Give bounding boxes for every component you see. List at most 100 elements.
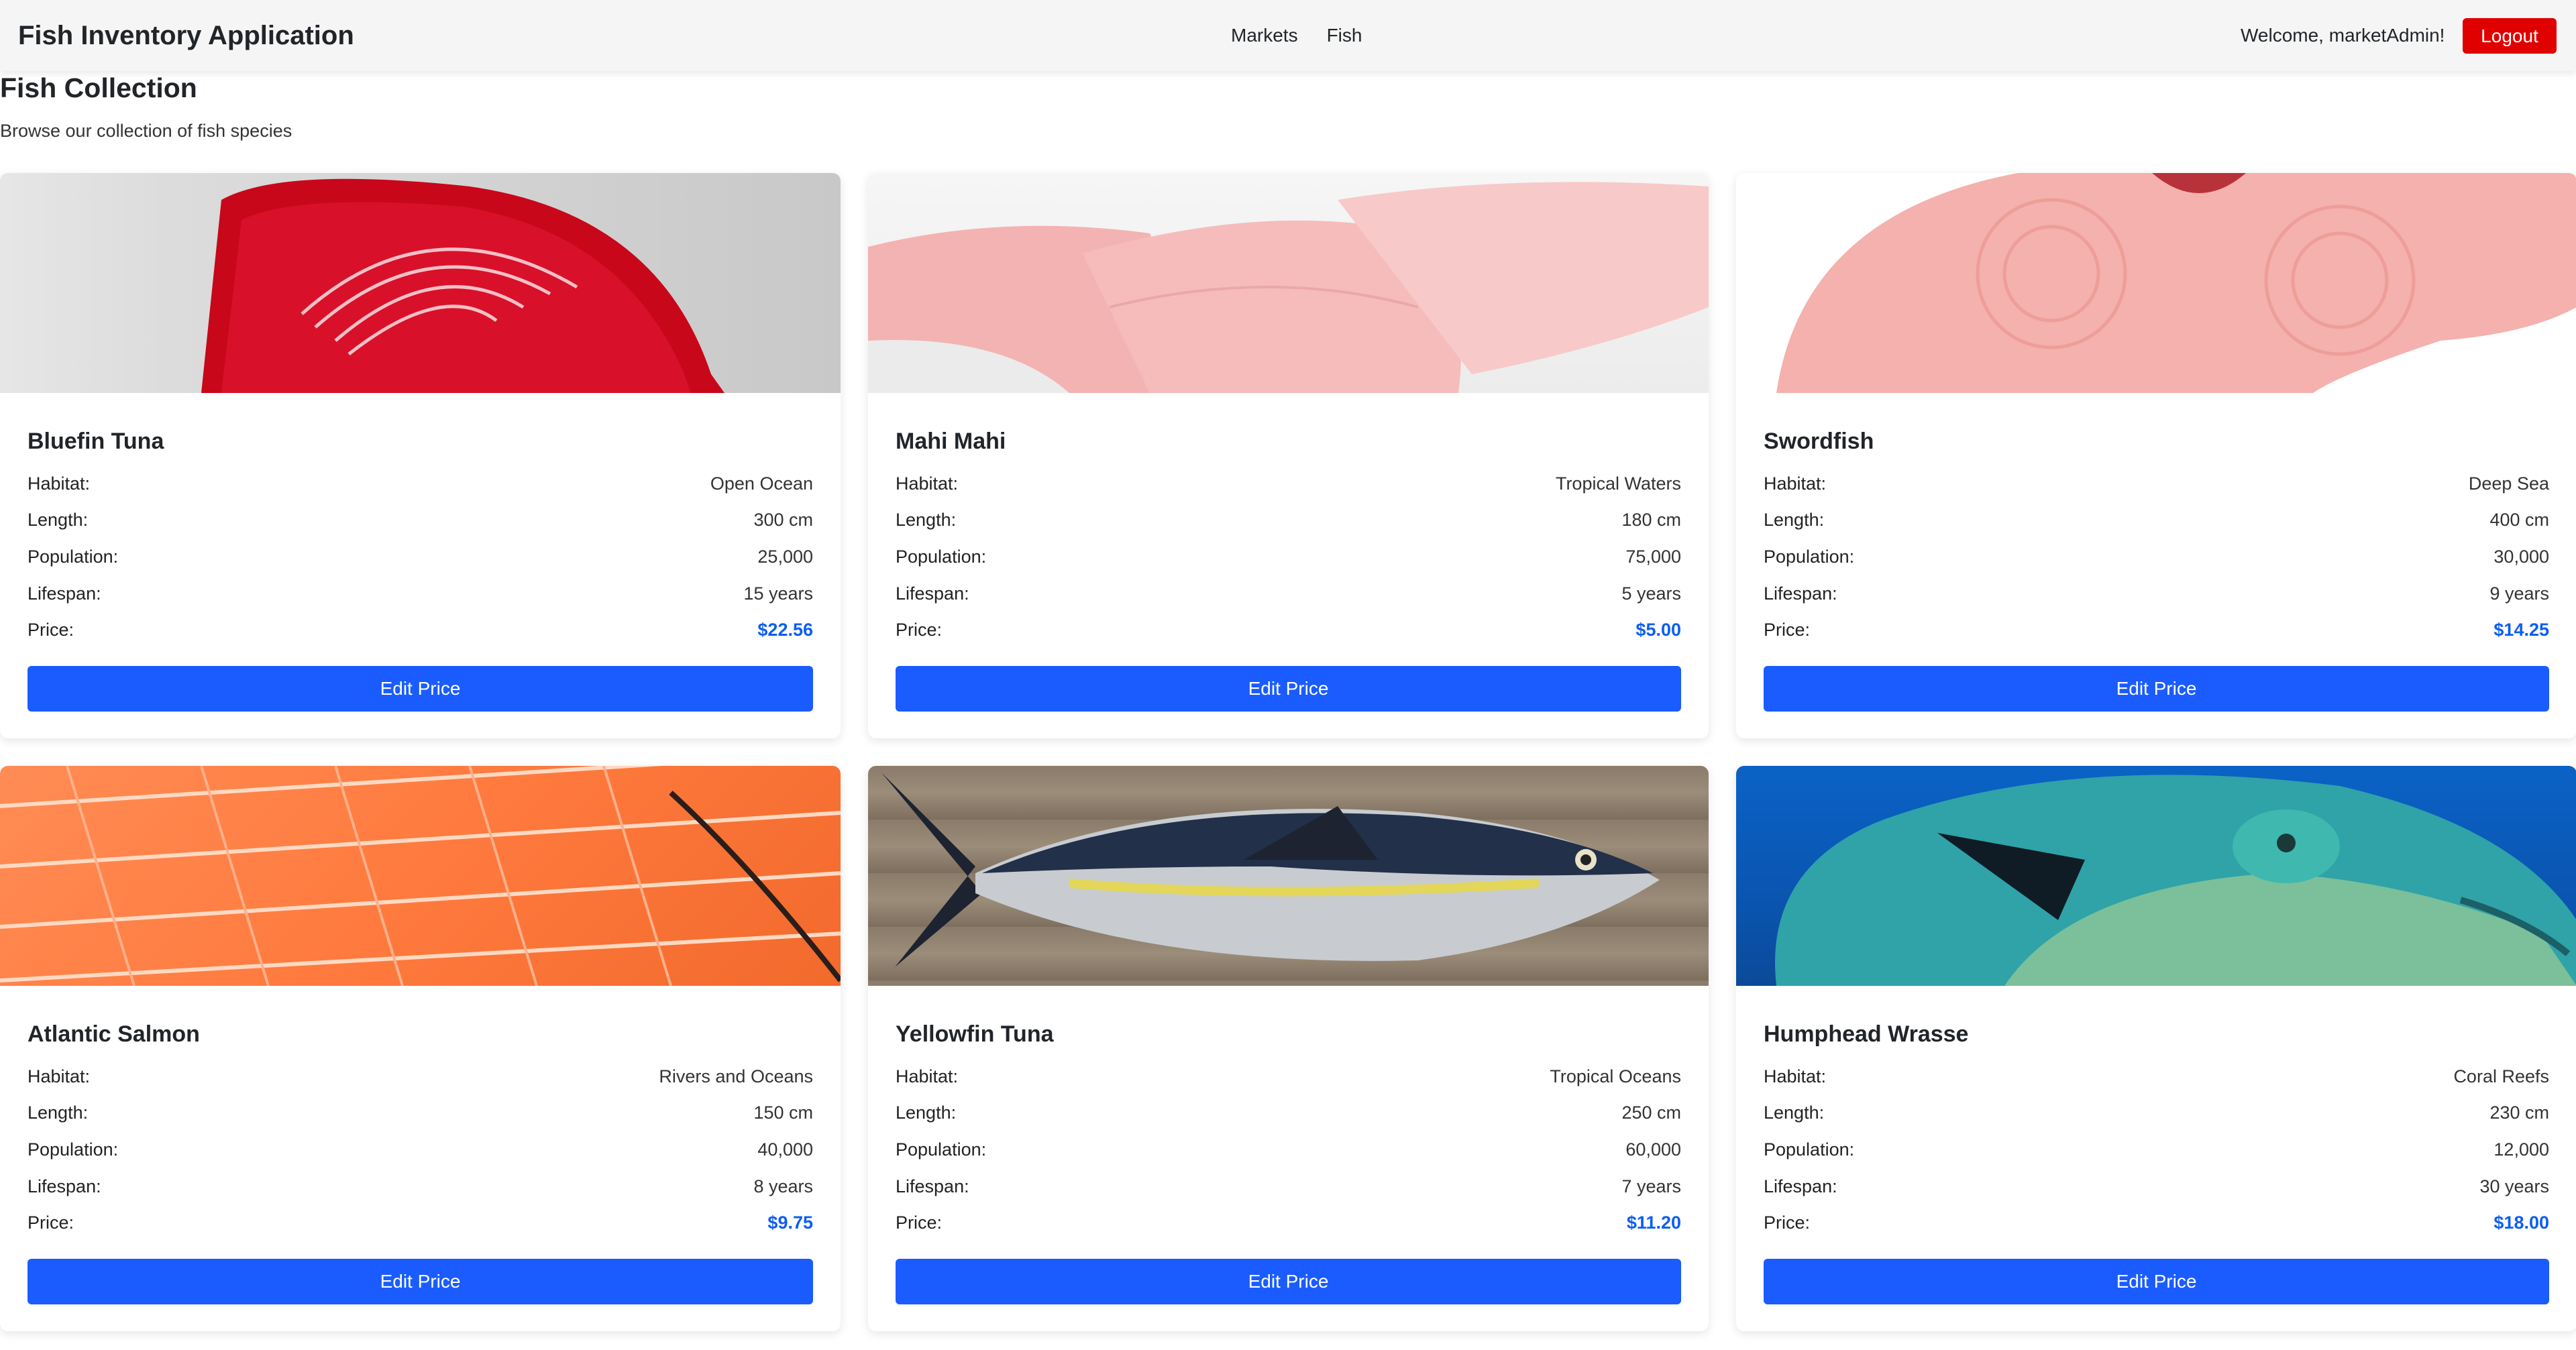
- page-title: Fish Collection: [0, 72, 197, 103]
- habitat-row: Habitat: Tropical Oceans: [896, 1058, 1681, 1095]
- price-label: Price:: [28, 1213, 74, 1233]
- price-label: Price:: [896, 620, 943, 640]
- population-label: Population:: [28, 546, 119, 567]
- length-row: Length: 400 cm: [1764, 502, 2549, 539]
- price-label: Price:: [1764, 1213, 1811, 1233]
- edit-price-button[interactable]: Edit Price: [1764, 1258, 2549, 1304]
- welcome-text: Welcome, marketAdmin!: [2241, 25, 2445, 46]
- length-value: 150 cm: [753, 1103, 813, 1123]
- population-row: Population: 30,000: [1764, 539, 2549, 575]
- price-row: Price: $9.75: [28, 1204, 813, 1241]
- tuna-steak-graphic: [201, 178, 724, 393]
- population-row: Population: 75,000: [896, 539, 1681, 575]
- lifespan-label: Lifespan:: [1764, 583, 1837, 604]
- length-row: Length: 230 cm: [1764, 1095, 2549, 1132]
- fish-image: [0, 766, 841, 986]
- population-row: Population: 12,000: [1764, 1131, 2549, 1168]
- fish-card: Mahi Mahi Habitat: Tropical Waters Length…: [868, 173, 1709, 738]
- habitat-label: Habitat:: [1764, 1066, 1827, 1086]
- length-value: 400 cm: [2489, 510, 2549, 530]
- habitat-value: Open Ocean: [710, 473, 813, 494]
- length-label: Length:: [1764, 1103, 1825, 1123]
- lifespan-row: Lifespan: 30 years: [1764, 1168, 2549, 1205]
- lifespan-value: 9 years: [2489, 583, 2549, 604]
- length-value: 300 cm: [753, 510, 813, 530]
- habitat-value: Deep Sea: [2468, 473, 2549, 494]
- nav-link-markets[interactable]: Markets: [1231, 25, 1298, 46]
- price-value: $5.00: [1635, 620, 1681, 640]
- page-subtitle: Browse our collection of fish species: [0, 121, 292, 141]
- habitat-row: Habitat: Rivers and Oceans: [28, 1058, 813, 1095]
- fish-name: Mahi Mahi: [896, 429, 1006, 454]
- population-label: Population:: [1764, 546, 1855, 567]
- fish-image: [1736, 173, 2576, 393]
- fish-name: Yellowfin Tuna: [896, 1021, 1054, 1047]
- length-row: Length: 180 cm: [896, 502, 1681, 539]
- edit-price-button[interactable]: Edit Price: [28, 665, 813, 712]
- fish-name: Atlantic Salmon: [28, 1021, 200, 1047]
- habitat-label: Habitat:: [1764, 473, 1827, 494]
- lifespan-value: 5 years: [1621, 583, 1681, 604]
- price-row: Price: $5.00: [896, 612, 1681, 649]
- price-row: Price: $11.20: [896, 1204, 1681, 1241]
- mahi-fillet-graphic: [868, 182, 1709, 393]
- fish-card: Humphead Wrasse Habitat: Coral Reefs Leng…: [1736, 766, 2576, 1331]
- fish-image: [0, 173, 841, 393]
- yellowfin-tuna-graphic: [881, 773, 1660, 967]
- population-value: 60,000: [1625, 1139, 1681, 1160]
- population-value: 40,000: [757, 1139, 813, 1160]
- price-value: $9.75: [767, 1213, 813, 1233]
- population-label: Population:: [896, 1139, 987, 1160]
- lifespan-label: Lifespan:: [28, 583, 101, 604]
- length-label: Length:: [896, 1103, 957, 1123]
- edit-price-button[interactable]: Edit Price: [896, 1258, 1681, 1304]
- habitat-label: Habitat:: [28, 473, 91, 494]
- edit-price-button[interactable]: Edit Price: [28, 1258, 813, 1304]
- length-row: Length: 250 cm: [896, 1095, 1681, 1132]
- lifespan-row: Lifespan: 8 years: [28, 1168, 813, 1205]
- habitat-value: Rivers and Oceans: [659, 1066, 813, 1086]
- price-row: Price: $18.00: [1764, 1204, 2549, 1241]
- lifespan-row: Lifespan: 5 years: [896, 575, 1681, 612]
- length-row: Length: 150 cm: [28, 1095, 813, 1132]
- habitat-row: Habitat: Coral Reefs: [1764, 1058, 2549, 1095]
- logout-button[interactable]: Logout: [2463, 18, 2557, 54]
- lifespan-row: Lifespan: 7 years: [896, 1168, 1681, 1205]
- habitat-value: Coral Reefs: [2453, 1066, 2549, 1086]
- fish-card: Atlantic Salmon Habitat: Rivers and Ocean…: [0, 766, 841, 1331]
- lifespan-value: 8 years: [753, 1176, 813, 1196]
- population-value: 75,000: [1625, 546, 1681, 567]
- lifespan-label: Lifespan:: [896, 1176, 969, 1196]
- lifespan-value: 15 years: [743, 583, 813, 604]
- habitat-row: Habitat: Tropical Waters: [896, 465, 1681, 502]
- edit-price-button[interactable]: Edit Price: [896, 665, 1681, 712]
- price-row: Price: $14.25: [1764, 612, 2549, 649]
- lifespan-label: Lifespan:: [896, 583, 969, 604]
- lifespan-label: Lifespan:: [1764, 1176, 1837, 1196]
- fish-card: Swordfish Habitat: Deep Sea Length: 400 cm…: [1736, 173, 2576, 738]
- fish-image: [1736, 766, 2576, 986]
- edit-price-button[interactable]: Edit Price: [1764, 665, 2549, 712]
- habitat-label: Habitat:: [896, 473, 959, 494]
- habitat-label: Habitat:: [28, 1066, 91, 1086]
- fish-image: [868, 173, 1709, 393]
- population-label: Population:: [28, 1139, 119, 1160]
- lifespan-value: 30 years: [2479, 1176, 2549, 1196]
- nav-link-fish[interactable]: Fish: [1327, 25, 1362, 46]
- swordfish-steak-graphic: [1776, 173, 2576, 393]
- population-row: Population: 25,000: [28, 539, 813, 575]
- price-label: Price:: [1764, 620, 1811, 640]
- price-value: $11.20: [1626, 1213, 1681, 1233]
- habitat-row: Habitat: Open Ocean: [28, 465, 813, 502]
- fish-card: Yellowfin Tuna Habitat: Tropical Oceans L…: [868, 766, 1709, 1331]
- lifespan-row: Lifespan: 15 years: [28, 575, 813, 612]
- population-row: Population: 40,000: [28, 1131, 813, 1168]
- price-value: $22.56: [757, 620, 813, 640]
- fish-name: Bluefin Tuna: [28, 429, 164, 454]
- fish-name: Humphead Wrasse: [1764, 1021, 1969, 1047]
- app-title[interactable]: Fish Inventory Application: [18, 0, 354, 71]
- price-value: $14.25: [2493, 620, 2549, 640]
- wrasse-graphic: [1775, 775, 2576, 986]
- population-value: 12,000: [2493, 1139, 2549, 1160]
- lifespan-label: Lifespan:: [28, 1176, 101, 1196]
